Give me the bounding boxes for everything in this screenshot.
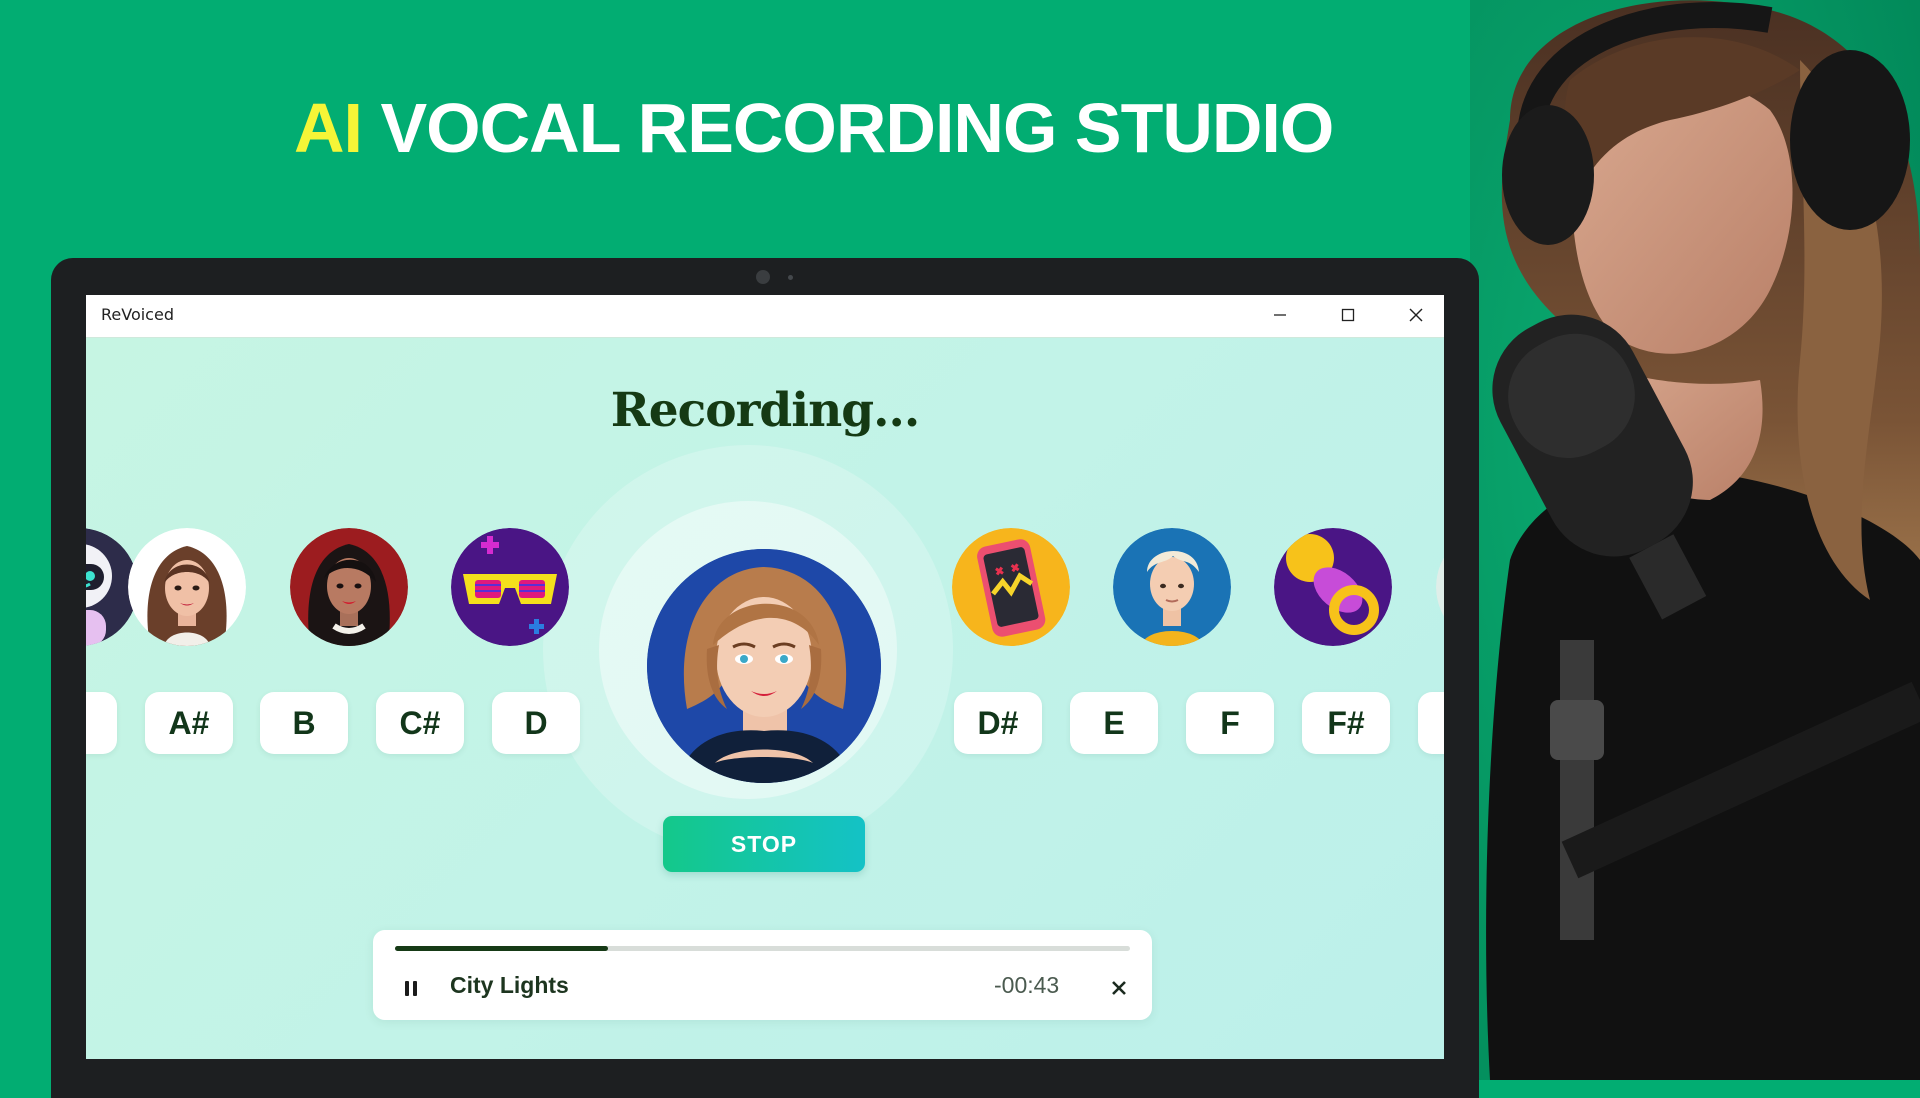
party-glasses-avatar-icon[interactable] [451,528,569,646]
key-c-sharp[interactable]: C# [376,692,464,754]
key-d[interactable]: D [492,692,580,754]
key-partial-right[interactable] [1418,692,1444,754]
close-icon [1112,981,1126,995]
woman-bob-haircut-avatar-icon [647,549,881,783]
headline-accent: AI [294,89,363,167]
progress-fill [395,946,609,951]
webcam-indicator [788,275,793,280]
key-b[interactable]: B [260,692,348,754]
recording-status: Recording... [610,383,921,438]
key-d-sharp[interactable]: D# [954,692,1042,754]
avatar-partial-right[interactable] [1436,528,1444,646]
time-remaining: -00:43 [994,972,1060,998]
pause-button[interactable] [397,974,425,1002]
broken-phone-avatar-icon[interactable] [952,528,1070,646]
pause-icon-bar [413,980,417,996]
key-f-sharp[interactable]: F# [1302,692,1390,754]
key-f[interactable]: F [1186,692,1274,754]
minimize-icon [1274,314,1286,316]
minimize-button[interactable] [1250,295,1310,335]
headline: AI VOCAL RECORDING STUDIO [294,88,1334,168]
window-title: ReVoiced [101,305,174,324]
maximize-button[interactable] [1318,295,1378,335]
webcam-icon [756,270,770,284]
key-a[interactable]: A [86,692,117,754]
pause-icon-bar [405,980,409,996]
woman-brown-hair-avatar-icon[interactable] [128,528,246,646]
close-track-button[interactable] [1107,976,1131,1000]
close-icon [1409,308,1423,322]
singer-photo [1470,0,1920,1080]
recording-screen: Recording... A# B C# D D# E F F# STOP Ci… [86,338,1444,1059]
selected-voice-avatar[interactable] [647,549,881,783]
woman-black-hair-avatar-icon[interactable] [290,528,408,646]
stop-button[interactable]: STOP [663,816,865,872]
app-window: ReVoiced Recording... A# B C# D D# E F F… [86,295,1444,1059]
key-e[interactable]: E [1070,692,1158,754]
title-bar: ReVoiced [86,295,1444,338]
headline-text: VOCAL RECORDING STUDIO [380,89,1334,167]
pacifier-avatar-icon[interactable] [1274,528,1392,646]
track-player: City Lights -00:43 [373,930,1152,1020]
key-a-sharp[interactable]: A# [145,692,233,754]
maximize-icon [1341,308,1355,322]
blonde-man-avatar-icon[interactable] [1113,528,1231,646]
track-name: City Lights [450,972,569,998]
close-window-button[interactable] [1386,295,1444,335]
progress-bar[interactable] [395,946,1130,951]
